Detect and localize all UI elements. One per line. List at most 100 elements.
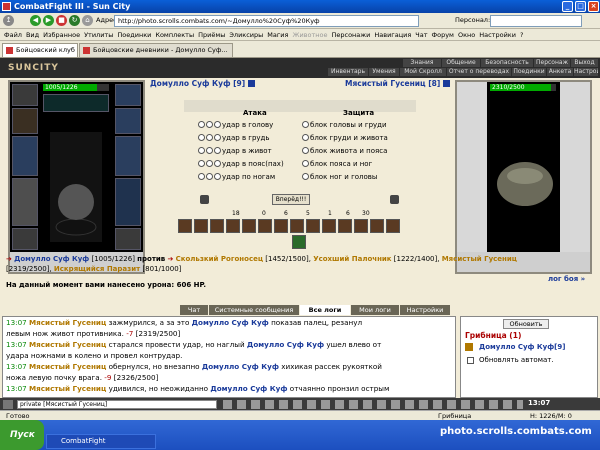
suncity-logo: SUNCITY [8, 63, 59, 73]
menu-animal[interactable]: Животное [292, 29, 327, 40]
menu-techniques[interactable]: Приёмы [198, 29, 225, 40]
menu-window[interactable]: Окно [458, 29, 475, 40]
potion-icon[interactable] [292, 235, 306, 249]
menu-help[interactable]: ? [520, 29, 523, 40]
menu-utilities[interactable]: Утилиты [84, 29, 113, 40]
back-icon[interactable]: ◀ [30, 15, 41, 26]
menu-fights[interactable]: Поединки [117, 29, 151, 40]
nav-knowledge[interactable]: Знания [403, 59, 441, 67]
enemy-name[interactable]: Мясистый Гусениц [8] [345, 79, 450, 88]
nav-communication[interactable]: Общение [442, 59, 480, 67]
nav-inventory[interactable]: Инвентарь [328, 68, 368, 76]
technique-icon[interactable] [258, 219, 272, 233]
defense-option[interactable]: блок пояса и ног [302, 159, 372, 170]
technique-icon[interactable] [290, 219, 304, 233]
tab-my-logs[interactable]: Мои логи [351, 305, 399, 315]
technique-icon[interactable] [178, 219, 192, 233]
address-input[interactable]: http://photo.scrolls.combats.com/~Домулл… [114, 15, 419, 27]
minimize-button[interactable]: _ [562, 1, 573, 12]
personal-input[interactable] [490, 15, 582, 27]
nav-exit[interactable]: Выход [571, 59, 598, 67]
technique-icon[interactable] [322, 219, 336, 233]
tab-all-logs[interactable]: Все логи [300, 305, 350, 315]
defense-option[interactable]: блок ног и головы [302, 172, 377, 183]
attack-option[interactable]: удар в пояс(пах) [198, 159, 284, 170]
gloves-slot[interactable] [115, 136, 141, 176]
start-button[interactable]: Пуск [0, 420, 44, 450]
defense-option[interactable]: блок головы и груди [302, 120, 387, 131]
technique-icon[interactable] [386, 219, 400, 233]
attack-option[interactable]: удар в грудь [198, 133, 270, 144]
strike-button[interactable]: Вперёд!!! [272, 194, 310, 205]
technique-icon[interactable] [210, 219, 224, 233]
chat-icon[interactable] [3, 400, 13, 409]
tab-chat[interactable]: Чат [180, 305, 208, 315]
nav-skills[interactable]: Умения [369, 68, 399, 76]
menu-view[interactable]: Вид [26, 29, 39, 40]
nav-transfers[interactable]: Отчет о переводах [447, 68, 511, 76]
amulet-slot[interactable] [12, 108, 38, 134]
nav-settings[interactable]: Настройки [574, 68, 598, 76]
tab-diaries[interactable]: Бойцовские дневники - Домулло Суф... [79, 43, 233, 57]
menu-sets[interactable]: Комплекты [155, 29, 194, 40]
menu-settings[interactable]: Настройки [479, 29, 516, 40]
chat-input[interactable]: private [Мясистый Гусениц] [17, 400, 217, 409]
defense-option[interactable]: блок живота и пояса [302, 146, 387, 157]
attack-option[interactable]: удар по ногам [198, 172, 275, 183]
menu-file[interactable]: Файл [4, 29, 22, 40]
menu-chat[interactable]: Чат [415, 29, 427, 40]
pin-icon[interactable]: ↥ [3, 15, 14, 26]
fight-log-link[interactable]: лог боя » [548, 275, 585, 283]
belt-slot[interactable] [12, 228, 38, 250]
earrings-slot[interactable] [115, 84, 141, 106]
home-icon[interactable]: ⌂ [82, 15, 93, 26]
nav-fights[interactable]: Поединки [512, 68, 546, 76]
nav-my-scroll[interactable]: Мой Скролл [400, 68, 446, 76]
defense-option[interactable]: блок груди и живота [302, 133, 388, 144]
technique-icon[interactable] [194, 219, 208, 233]
menu-elixirs[interactable]: Эликсиры [229, 29, 263, 40]
menu-characters[interactable]: Персонажи [331, 29, 370, 40]
technique-icon[interactable] [274, 219, 288, 233]
stat-value: 0 [262, 210, 266, 217]
refresh-icon[interactable]: ↻ [69, 15, 80, 26]
menu-forum[interactable]: Форум [432, 29, 454, 40]
nav-profile[interactable]: Анкета [547, 68, 573, 76]
info-icon[interactable] [247, 80, 255, 87]
menu-navigation[interactable]: Навигация [374, 29, 411, 40]
chat-toolbar-icons[interactable] [223, 400, 523, 409]
menu-favorites[interactable]: Избранное [43, 29, 80, 40]
menu-magic[interactable]: Магия [267, 29, 288, 40]
attack-option[interactable]: удар в живот [198, 146, 272, 157]
bracers-slot[interactable] [115, 108, 141, 134]
nav-security[interactable]: Безопасность [481, 59, 533, 67]
auto-refresh-checkbox[interactable] [467, 357, 474, 364]
info-icon[interactable] [442, 80, 450, 87]
player-name[interactable]: Домулло Суф Куф [9] [150, 79, 255, 88]
refresh-button[interactable]: Обновить [503, 319, 549, 329]
enemy-portrait: 2310/2500 [455, 80, 592, 274]
technique-icon[interactable] [306, 219, 320, 233]
technique-icon[interactable] [338, 219, 352, 233]
technique-icon[interactable] [370, 219, 384, 233]
stop-icon[interactable]: ■ [56, 15, 67, 26]
boots-slot[interactable] [115, 228, 141, 250]
technique-icon[interactable] [354, 219, 368, 233]
online-member[interactable]: Домулло Суф Куф[9] [479, 343, 565, 351]
helmet-slot[interactable] [12, 84, 38, 106]
offhand-slot[interactable] [115, 178, 141, 226]
tab-chat-settings[interactable]: Настройки [400, 305, 450, 315]
player-avatar [50, 132, 102, 242]
weapon-slot[interactable] [12, 136, 38, 176]
tab-fight-club[interactable]: Бойцовский клуб [2, 43, 78, 57]
tab-system-messages[interactable]: Системные сообщения [209, 305, 299, 315]
close-button[interactable]: × [588, 1, 599, 12]
forward-icon[interactable]: ▶ [43, 15, 54, 26]
nav-character[interactable]: Персонаж [534, 59, 570, 67]
armor-slot[interactable] [12, 178, 38, 226]
maximize-button[interactable]: □ [575, 1, 586, 12]
technique-icon[interactable] [242, 219, 256, 233]
technique-icon[interactable] [226, 219, 240, 233]
taskbar-item[interactable]: CombatFight [46, 434, 156, 449]
attack-option[interactable]: удар в голову [198, 120, 273, 131]
